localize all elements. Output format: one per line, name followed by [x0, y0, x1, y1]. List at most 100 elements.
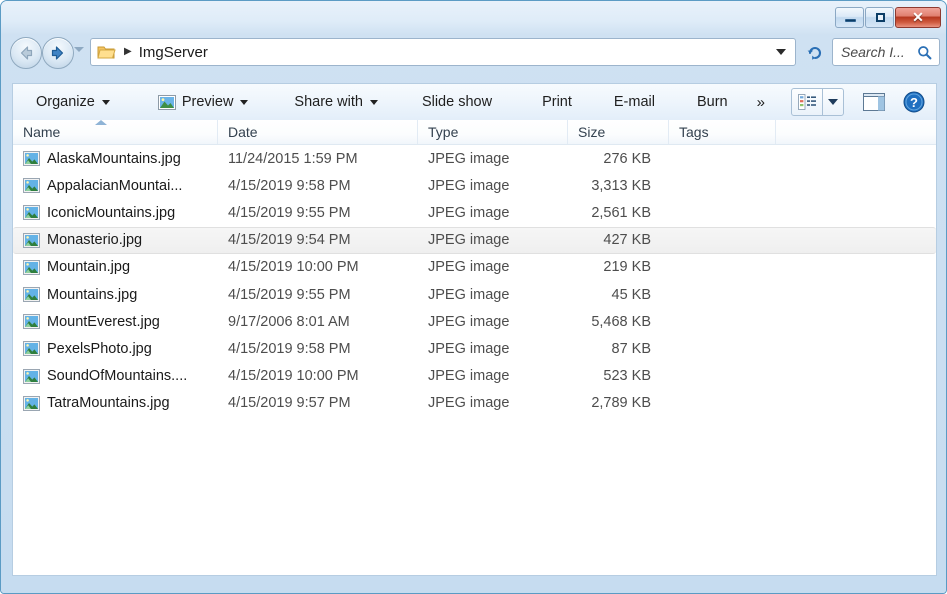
svg-text:?: ? [910, 95, 918, 110]
search-box[interactable]: Search I... [832, 38, 940, 66]
details-view-button[interactable] [792, 89, 822, 115]
column-header-tags[interactable]: Tags [669, 120, 776, 144]
table-row[interactable]: PexelsPhoto.jpg 4/15/2019 9:58 PM JPEG ima… [13, 335, 936, 362]
help-icon: ? [903, 91, 925, 113]
recent-locations-button[interactable] [74, 47, 84, 52]
cell-date: 4/15/2019 9:57 PM [218, 395, 418, 411]
jpeg-thumbnail-icon [23, 178, 40, 194]
details-view-icon [798, 94, 816, 110]
file-type-label: JPEG image [428, 150, 510, 167]
breadcrumb-separator-icon: ▶ [124, 46, 132, 57]
address-bar[interactable]: ▶ ImgServer [90, 38, 796, 66]
toolbar-share-with-button[interactable]: Share with [285, 89, 387, 115]
toolbar-preview-button[interactable]: Preview [149, 89, 258, 115]
cell-date: 4/15/2019 10:00 PM [218, 368, 418, 384]
toolbar-email-button[interactable]: E-mail [605, 89, 664, 115]
toolbar-preview-label: Preview [181, 94, 234, 110]
maximize-button[interactable] [865, 7, 894, 28]
file-size-label: 276 KB [603, 150, 651, 167]
cell-type: JPEG image [418, 232, 568, 248]
file-date-label: 9/17/2006 8:01 AM [228, 313, 350, 330]
cell-type: JPEG image [418, 287, 568, 303]
column-header-type[interactable]: Type [418, 120, 568, 144]
table-row[interactable]: IconicMountains.jpg 4/15/2019 9:55 PM JPEG… [13, 199, 936, 226]
cell-date: 4/15/2019 9:58 PM [218, 341, 418, 357]
toolbar-organize-button[interactable]: Organize [27, 89, 119, 115]
column-header-row: Name Date Type Size Tags [13, 120, 936, 145]
toolbar-email-label: E-mail [613, 94, 655, 110]
file-name-label: TatraMountains.jpg [47, 395, 170, 412]
preview-pane-button[interactable] [860, 89, 888, 115]
cell-type: JPEG image [418, 151, 568, 167]
toolbar-print-button[interactable]: Print [533, 89, 581, 115]
file-size-label: 427 KB [603, 232, 651, 249]
file-size-label: 219 KB [603, 259, 651, 276]
refresh-button[interactable] [802, 38, 828, 66]
column-header-label: Name [23, 124, 61, 140]
minimize-button[interactable] [835, 7, 864, 28]
chevron-down-icon [828, 99, 838, 105]
file-date-label: 4/15/2019 9:55 PM [228, 286, 351, 303]
jpeg-thumbnail-icon [23, 259, 40, 275]
view-dropdown-button[interactable] [823, 89, 843, 115]
cell-name: MountEverest.jpg [13, 314, 218, 330]
column-header-label: Type [428, 124, 459, 140]
column-header-size[interactable]: Size [568, 120, 669, 144]
cell-size: 523 KB [568, 368, 669, 384]
jpeg-thumbnail-icon [23, 368, 40, 384]
file-type-label: JPEG image [428, 232, 510, 249]
table-row[interactable]: SoundOfMountains.... 4/15/2019 10:00 PM JP… [13, 363, 936, 390]
column-header-date[interactable]: Date [218, 120, 418, 144]
cell-size: 276 KB [568, 151, 669, 167]
cell-name: AppalacianMountai... [13, 178, 218, 194]
chevron-down-icon[interactable] [776, 49, 786, 55]
file-date-label: 4/15/2019 10:00 PM [228, 368, 359, 385]
file-name-label: AppalacianMountai... [47, 177, 183, 194]
cell-name: PexelsPhoto.jpg [13, 341, 218, 357]
cell-name: IconicMountains.jpg [13, 205, 218, 221]
table-row[interactable]: Mountains.jpg 4/15/2019 9:55 PM JPEG image… [13, 281, 936, 308]
toolbar-burn-button[interactable]: Burn [688, 89, 737, 115]
cell-name: AlaskaMountains.jpg [13, 151, 218, 167]
cell-name: SoundOfMountains.... [13, 368, 218, 384]
file-date-label: 4/15/2019 9:58 PM [228, 177, 351, 194]
column-header-label: Tags [679, 124, 709, 140]
file-date-label: 11/24/2015 1:59 PM [228, 150, 358, 167]
navigation-bar: ▶ ImgServer Search I... [2, 33, 945, 73]
file-type-label: JPEG image [428, 286, 510, 303]
toolbar-overflow-button[interactable]: » [749, 94, 773, 111]
forward-arrow-icon [51, 46, 64, 60]
table-row[interactable]: Monasterio.jpg 4/15/2019 9:54 PM JPEG imag… [13, 226, 936, 254]
cell-size: 219 KB [568, 259, 669, 275]
table-row[interactable]: AlaskaMountains.jpg 11/24/2015 1:59 PM JPE… [13, 145, 936, 172]
table-row[interactable]: AppalacianMountai... 4/15/2019 9:58 PM JPE… [13, 172, 936, 199]
file-name-label: AlaskaMountains.jpg [47, 150, 181, 167]
search-input[interactable]: Search I... [841, 44, 905, 60]
toolbar-slide-show-button[interactable]: Slide show [413, 89, 501, 115]
view-mode-group [791, 88, 844, 116]
file-name-label: Mountain.jpg [47, 259, 131, 276]
file-name-label: PexelsPhoto.jpg [47, 340, 152, 357]
file-type-label: JPEG image [428, 204, 510, 221]
table-row[interactable]: TatraMountains.jpg 4/15/2019 9:57 PM JPEG … [13, 390, 936, 417]
sort-ascending-icon [95, 120, 107, 125]
forward-button[interactable] [42, 37, 74, 69]
column-header-name[interactable]: Name [13, 120, 218, 144]
table-row[interactable]: Mountain.jpg 4/15/2019 10:00 PM JPEG image… [13, 254, 936, 281]
help-button[interactable]: ? [902, 90, 926, 114]
cell-size: 2,789 KB [568, 395, 669, 411]
breadcrumb-path[interactable]: ImgServer [139, 44, 208, 61]
file-date-label: 4/15/2019 9:58 PM [228, 340, 351, 357]
jpeg-thumbnail-icon [23, 341, 40, 357]
cell-name: Monasterio.jpg [13, 232, 218, 248]
back-button[interactable] [10, 37, 42, 69]
file-size-label: 45 KB [611, 286, 652, 303]
file-type-label: JPEG image [428, 313, 510, 330]
refresh-icon [807, 46, 822, 60]
close-button[interactable]: ✕ [895, 7, 941, 28]
window-controls: ✕ [835, 7, 941, 28]
table-row[interactable]: MountEverest.jpg 9/17/2006 8:01 AM JPEG im… [13, 308, 936, 335]
back-arrow-icon [20, 46, 33, 60]
file-size-label: 5,468 KB [591, 313, 651, 330]
toolbar-share-with-label: Share with [294, 94, 363, 110]
